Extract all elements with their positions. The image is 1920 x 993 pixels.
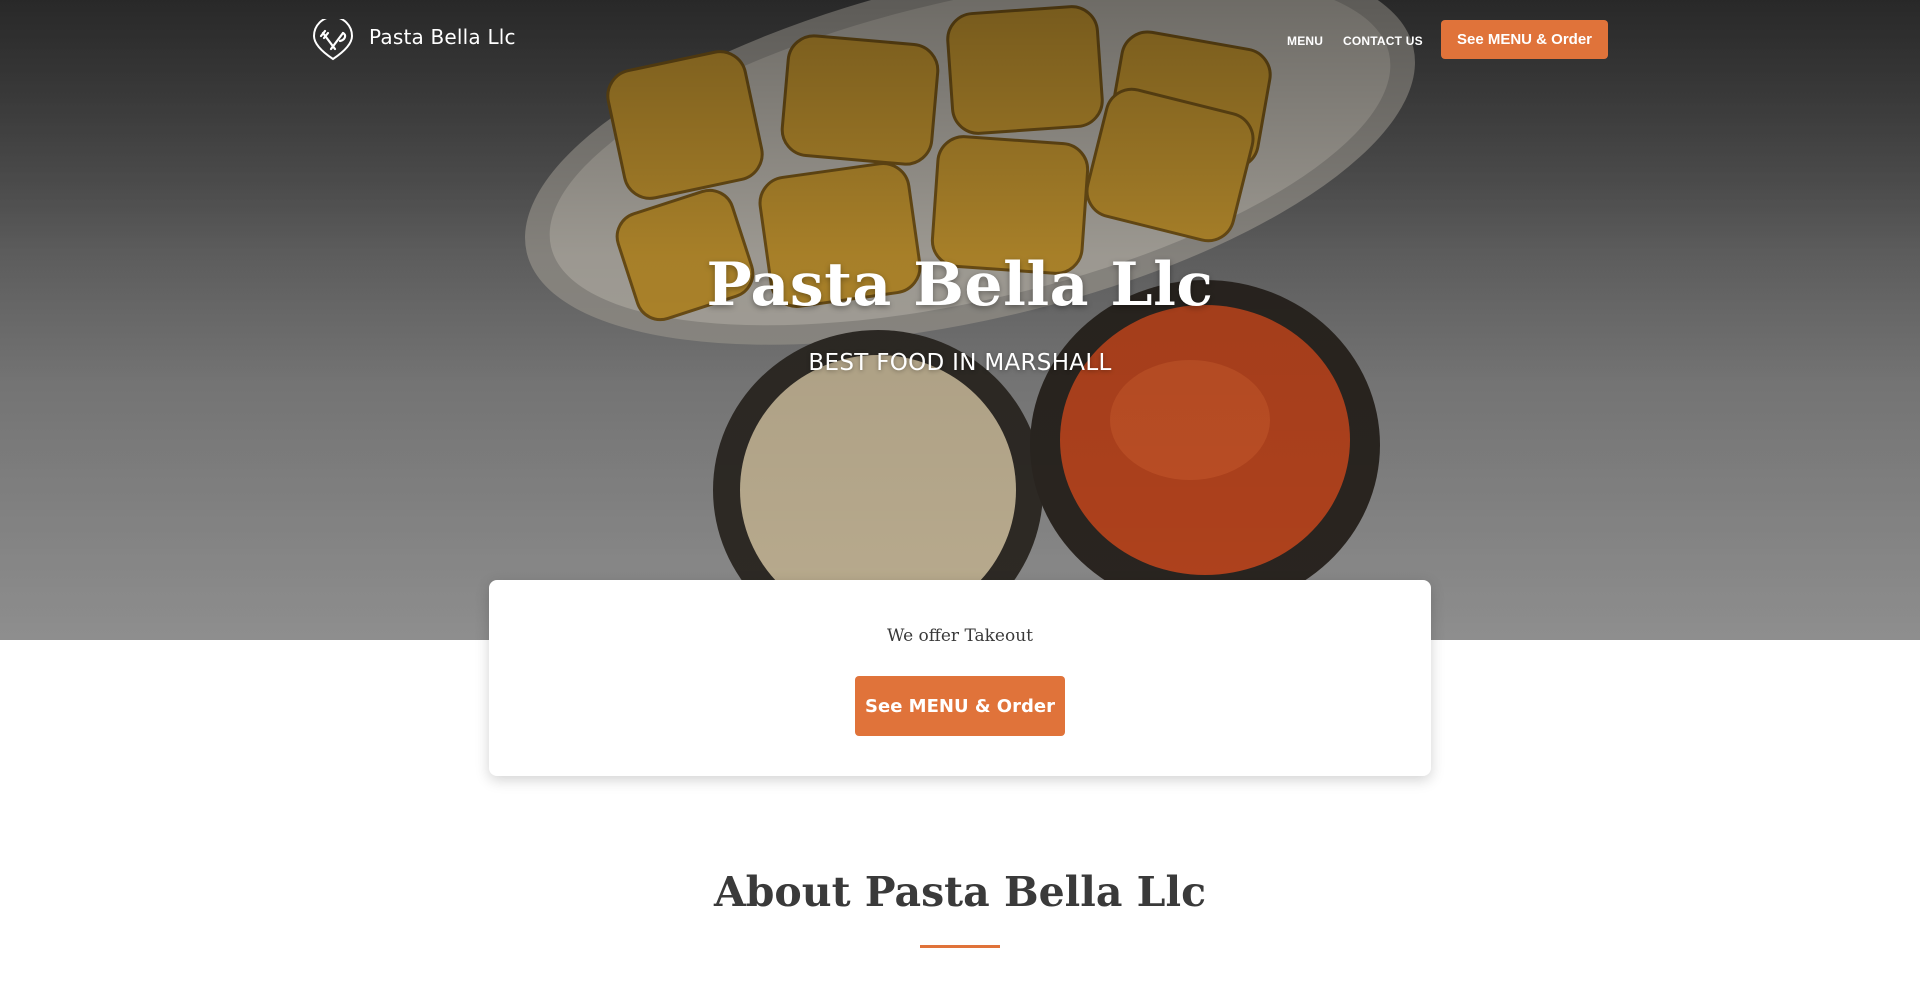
hero-section: Pasta Bella Llc BEST FOOD IN MARSHALL (0, 0, 1920, 640)
fork-knife-icon (312, 19, 354, 61)
takeout-card: We offer Takeout See MENU & Order (489, 580, 1431, 776)
about-title: About Pasta Bella Llc (713, 868, 1207, 916)
hero-title: Pasta Bella Llc (706, 250, 1214, 320)
hero-subtitle: BEST FOOD IN MARSHALL (808, 350, 1112, 376)
nav-link-menu[interactable]: MENU (1287, 34, 1323, 48)
takeout-order-button[interactable]: See MENU & Order (855, 676, 1065, 736)
hero-overlay (0, 0, 1920, 640)
takeout-text: We offer Takeout (887, 626, 1033, 646)
brand-name: Pasta Bella Llc (369, 25, 516, 49)
nav-order-button[interactable]: See MENU & Order (1441, 20, 1608, 59)
brand[interactable]: Pasta Bella Llc (312, 19, 516, 61)
about-divider (920, 945, 1000, 948)
nav-link-contact-us[interactable]: CONTACT US (1343, 34, 1423, 48)
top-navigation: Pasta Bella Llc MENU CONTACT US See MENU… (0, 0, 1920, 80)
